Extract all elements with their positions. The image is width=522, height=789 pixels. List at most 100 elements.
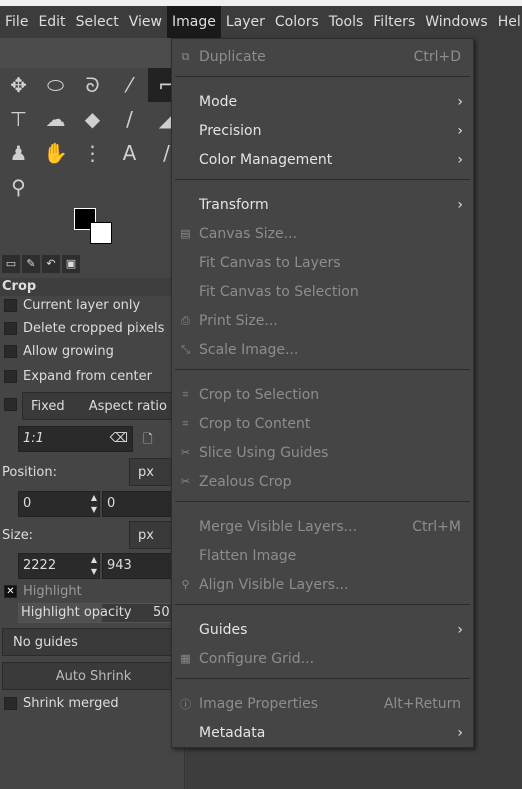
tab-undo-history[interactable]: ↶ [42, 255, 60, 273]
menu-item-label: Zealous Crop [199, 473, 292, 490]
menu-item-transform[interactable]: Transform › [172, 190, 473, 219]
menu-item-label: Configure Grid... [199, 650, 315, 667]
smudge-icon[interactable]: ✋ [37, 136, 74, 170]
paths-icon[interactable]: ⋮ [74, 136, 111, 170]
image-menu: ⧉ Duplicate Ctrl+D Mode › Precision › Color Man… [171, 38, 474, 748]
menu-item-scale-image[interactable]: ⤡ Scale Image... [172, 335, 473, 364]
text-icon[interactable]: A [111, 136, 148, 170]
menu-item-zealous-crop[interactable]: ✂ Zealous Crop [172, 467, 473, 496]
menu-item-flatten-image[interactable]: Flatten Image [172, 541, 473, 570]
spin-icon[interactable]: ▲ ▼ [91, 492, 97, 516]
menu-item-crop-to-content[interactable]: ⌗ Crop to Content [172, 409, 473, 438]
auto-shrink-button[interactable]: Auto Shrink [2, 662, 185, 690]
menu-item-label: Canvas Size... [199, 225, 297, 242]
label: Delete cropped pixels [23, 321, 165, 336]
menu-item-configure-grid[interactable]: ▦ Configure Grid... [172, 644, 473, 673]
menu-edit[interactable]: Edit [33, 6, 70, 38]
move-icon[interactable]: ✥ [0, 68, 37, 102]
highlight-opacity-slider[interactable]: Highlight opacity 50.0 [18, 603, 185, 623]
zoom-icon[interactable]: ⚲ [0, 170, 37, 204]
menu-item-align-visible-layers[interactable]: ⚲ Align Visible Layers... [172, 570, 473, 599]
menu-select[interactable]: Select [71, 6, 124, 38]
tab-device-status[interactable]: ✎ [22, 255, 40, 273]
label: Highlight opacity [21, 605, 132, 620]
shortcut: Ctrl+M [412, 518, 461, 535]
menu-layer[interactable]: Layer [221, 6, 270, 38]
bucket-fill-icon[interactable]: ◆ [74, 102, 111, 136]
clear-icon[interactable]: ⌫ [110, 427, 128, 451]
fixed-checkbox[interactable] [4, 398, 17, 411]
menu-item-print-size[interactable]: ⎙ Print Size... [172, 306, 473, 335]
menu-item-label: Crop to Content [199, 415, 311, 432]
label: Shrink merged [23, 696, 119, 711]
menu-item-precision[interactable]: Precision › [172, 116, 473, 145]
guides-dropdown[interactable]: No guides [2, 628, 185, 656]
menu-item-merge-visible-layers[interactable]: Merge Visible Layers... Ctrl+M [172, 512, 473, 541]
menu-item-label: Metadata [199, 724, 266, 741]
tab-images[interactable]: ▣ [62, 255, 80, 273]
submenu-arrow-icon: › [457, 724, 463, 741]
menu-item-label: Fit Canvas to Layers [199, 254, 341, 271]
menu-item-label: Transform [199, 196, 269, 213]
print-icon: ⎙ [181, 313, 190, 327]
menu-image[interactable]: Image [167, 6, 221, 38]
ratio-input[interactable]: 1:1 ⌫ [18, 426, 133, 452]
menu-tools[interactable]: Tools [324, 6, 369, 38]
delete-cropped-checkbox[interactable]: Delete cropped pixels [4, 321, 164, 336]
label: Highlight [23, 584, 82, 599]
menu-filters[interactable]: Filters [368, 6, 420, 38]
position-x-input[interactable]: 0 ▲ ▼ [18, 491, 100, 517]
menu-colors[interactable]: Colors [270, 6, 324, 38]
portrait-icon[interactable]: 🗋 [143, 430, 153, 451]
menu-item-canvas-size[interactable]: ▤ Canvas Size... [172, 219, 473, 248]
menu-item-image-properties[interactable]: ⓘ Image Properties Alt+Return [172, 689, 473, 718]
allow-growing-checkbox[interactable]: Allow growing [4, 344, 114, 359]
slice-icon: ✂ [180, 446, 191, 459]
menu-view[interactable]: View [124, 6, 167, 38]
menubar: File Edit Select View Image Layer Colors Tools F… [0, 6, 522, 38]
menu-item-mode[interactable]: Mode › [172, 87, 473, 116]
tool-options-title: Crop [0, 278, 185, 296]
background-color[interactable] [90, 222, 112, 244]
menu-item-guides[interactable]: Guides › [172, 615, 473, 644]
lasso-icon[interactable]: ᘐ [74, 68, 111, 102]
menu-item-label: Print Size... [199, 312, 278, 329]
menu-item-slice-using-guides[interactable]: ✂ Slice Using Guides [172, 438, 473, 467]
size-width-input[interactable]: 2222 ▲ ▼ [18, 553, 100, 579]
fuzzy-select-icon[interactable]: ⁄ [111, 68, 148, 102]
aspect-ratio-label: Aspect ratio [88, 399, 167, 414]
menu-help[interactable]: Help [493, 6, 522, 38]
menu-item-fit-canvas-to-selection[interactable]: Fit Canvas to Selection [172, 277, 473, 306]
value: 943 [107, 558, 132, 573]
current-layer-only-checkbox[interactable]: Current layer only [4, 298, 140, 313]
clone-icon[interactable]: ♟ [0, 136, 37, 170]
canvas-size-icon: ▤ [180, 227, 191, 240]
position-label: Position: [2, 465, 57, 480]
fixed-mode-dropdown[interactable]: Fixed Aspect ratio [22, 392, 185, 420]
menu-item-fit-canvas-to-layers[interactable]: Fit Canvas to Layers [172, 248, 473, 277]
unit: px [138, 528, 154, 543]
warp-icon[interactable]: ☁ [37, 102, 74, 136]
menu-item-duplicate[interactable]: ⧉ Duplicate Ctrl+D [172, 42, 473, 71]
paintbrush-icon[interactable]: / [111, 102, 148, 136]
ellipse-select-icon[interactable]: ⬭ [37, 68, 74, 102]
spin-icon[interactable]: ▲ ▼ [91, 554, 97, 578]
menu-item-metadata[interactable]: Metadata › [172, 718, 473, 747]
unified-transform-icon[interactable]: ⊤ [0, 102, 37, 136]
menu-file[interactable]: File [0, 6, 33, 38]
highlight-checkbox[interactable]: ✕ Highlight [4, 584, 82, 599]
menu-windows[interactable]: Windows [420, 6, 493, 38]
tab-tool-options[interactable]: ▭ [2, 255, 20, 273]
menu-item-crop-to-selection[interactable]: ⌗ Crop to Selection [172, 380, 473, 409]
shrink-merged-checkbox[interactable]: Shrink merged [4, 696, 119, 711]
expand-from-center-checkbox[interactable]: Expand from center [4, 369, 152, 384]
submenu-arrow-icon: › [457, 122, 463, 139]
tool-grid: ✥ ⬭ ᘐ ⁄ ⌐ ⊤ ☁ ◆ / ◢ ♟ ✋ ⋮ A / ⚲ [0, 68, 185, 204]
menu-item-label: Image Properties [199, 695, 319, 712]
duplicate-icon: ⧉ [181, 49, 190, 63]
wilber-logo [0, 38, 185, 68]
menu-item-color-management[interactable]: Color Management › [172, 145, 473, 174]
submenu-arrow-icon: › [457, 196, 463, 213]
value: 2222 [23, 558, 57, 573]
ratio-value: 1:1 [23, 431, 44, 446]
